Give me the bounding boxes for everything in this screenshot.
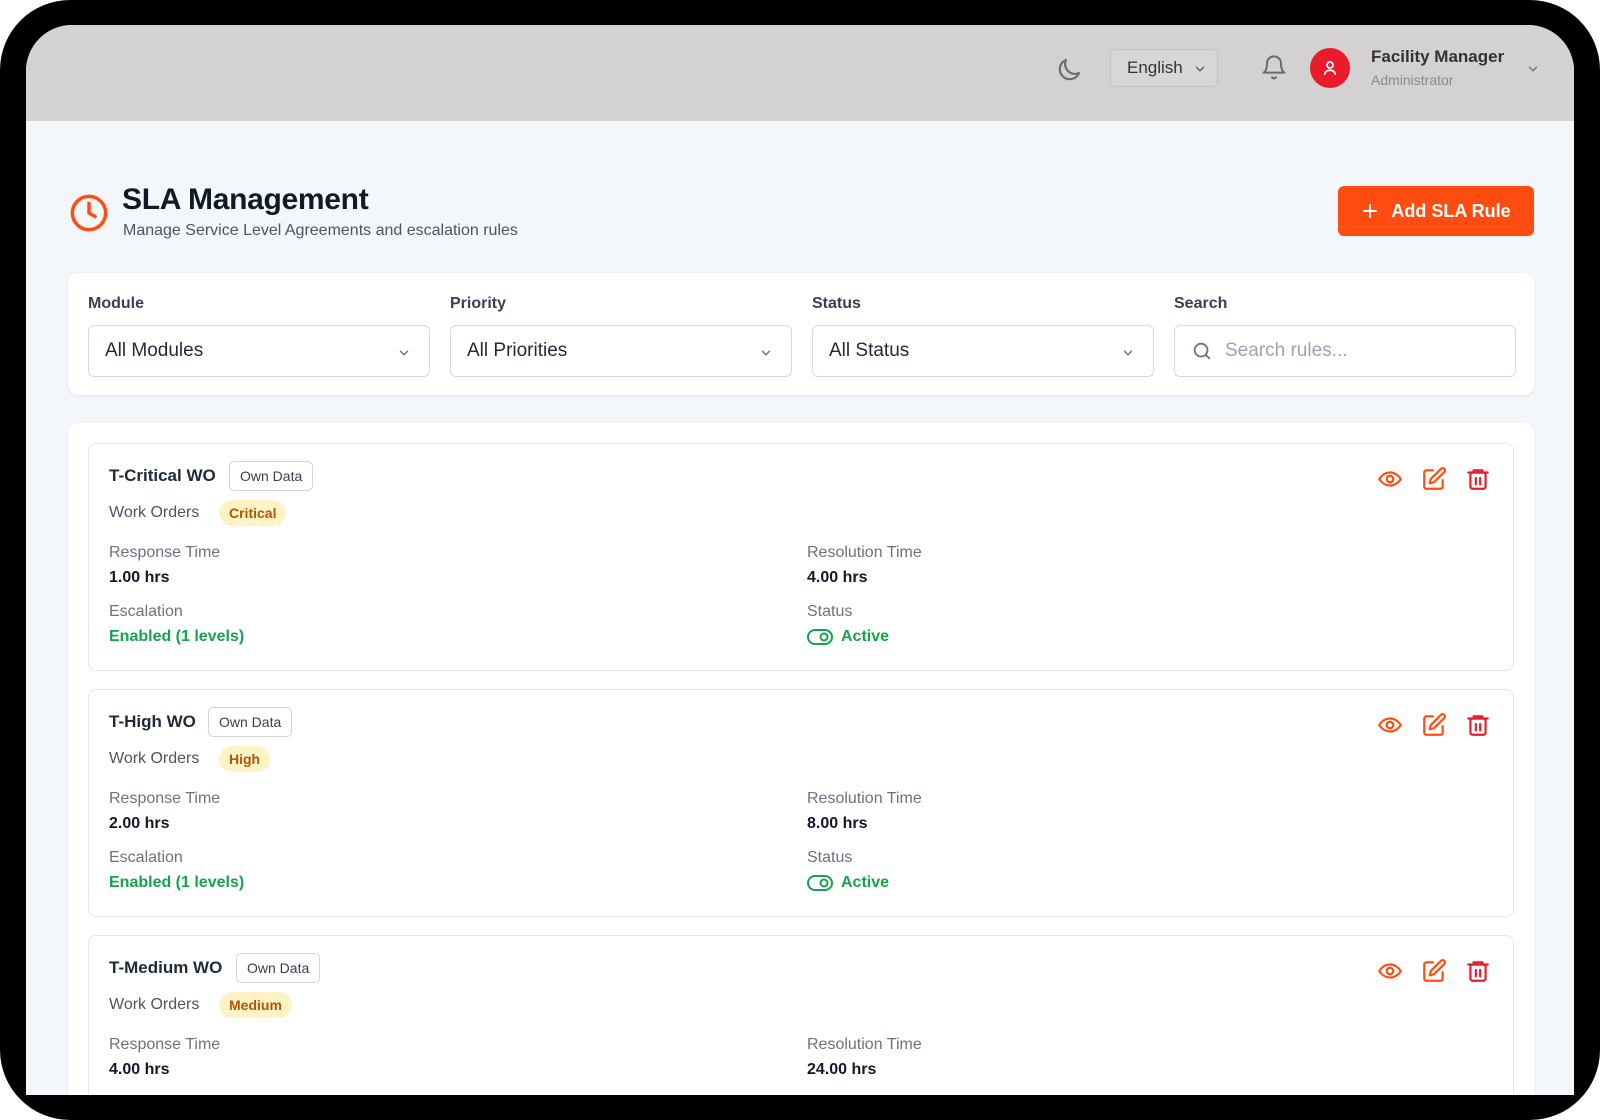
priority-badge: Medium — [219, 992, 292, 1018]
app-screen: English Facility Manager Administrator S… — [26, 25, 1574, 1095]
scope-badge: Own Data — [236, 953, 321, 983]
resolution-time-value: 8.00 hrs — [807, 815, 868, 832]
priority-filter-label: Priority — [450, 295, 507, 312]
page-subtitle: Manage Service Level Agreements and esca… — [123, 222, 518, 239]
module-filter-label: Module — [88, 295, 144, 312]
search-icon — [1193, 342, 1211, 360]
avatar[interactable] — [1310, 48, 1350, 88]
escalation-value: Enabled (1 levels) — [109, 874, 245, 891]
status-filter-label: Status — [812, 295, 861, 312]
scope-badge: Own Data — [229, 461, 314, 491]
resolution-time-value: 4.00 hrs — [807, 569, 868, 586]
sla-rules-list: T-Critical WO Own Data Work Orders Criti… — [68, 423, 1534, 1095]
status-value: Active — [807, 874, 889, 892]
status-label: Status — [807, 603, 853, 620]
chevron-down-icon — [761, 350, 771, 356]
search-placeholder: Search rules... — [1225, 340, 1348, 361]
resolution-time-value: 24.00 hrs — [807, 1061, 877, 1078]
status-text: Active — [841, 628, 890, 645]
rule-name: T-Critical WO — [109, 466, 216, 485]
module-select-value: All Modules — [105, 340, 204, 361]
language-select[interactable]: English — [1110, 49, 1218, 87]
chevron-down-icon — [1195, 66, 1205, 72]
eye-icon[interactable] — [1377, 466, 1403, 492]
rule-module: Work Orders — [109, 996, 200, 1013]
add-sla-rule-label: Add SLA Rule — [1391, 200, 1511, 221]
escalation-label: Escalation — [109, 849, 183, 866]
device-bezel: English Facility Manager Administrator S… — [0, 0, 1600, 1120]
resolution-time-label: Resolution Time — [807, 1036, 922, 1053]
page-title: SLA Management — [122, 183, 369, 216]
escalation-value: Enabled (1 levels) — [109, 628, 245, 645]
module-select[interactable]: All Modules — [88, 325, 430, 377]
scope-badge: Own Data — [208, 707, 293, 737]
status-label: Status — [807, 849, 853, 866]
chevron-down-icon — [399, 350, 409, 356]
chevron-down-icon — [1123, 350, 1133, 356]
response-time-label: Response Time — [109, 790, 221, 807]
rule-module: Work Orders — [109, 750, 200, 767]
edit-icon[interactable] — [1421, 958, 1447, 984]
response-time-value: 1.00 hrs — [109, 569, 170, 586]
add-sla-rule-button[interactable]: Add SLA Rule — [1338, 186, 1534, 236]
priority-badge: Critical — [219, 500, 287, 526]
trash-icon[interactable] — [1465, 466, 1491, 492]
rule-actions — [1377, 466, 1491, 492]
plus-icon — [1363, 204, 1378, 218]
resolution-time-label: Resolution Time — [807, 544, 922, 561]
sla-rule-card: T-High WO Own Data Work Orders High Resp… — [88, 689, 1514, 917]
toggle-on-icon — [807, 629, 833, 645]
rule-module: Work Orders — [109, 504, 200, 521]
user-name[interactable]: Facility Manager — [1371, 47, 1504, 67]
sla-rule-card: T-Medium WO Own Data Work Orders Medium … — [88, 935, 1514, 1095]
priority-select[interactable]: All Priorities — [450, 325, 792, 377]
rule-name: T-Medium WO — [109, 958, 223, 977]
response-time-value: 4.00 hrs — [109, 1061, 170, 1078]
response-time-label: Response Time — [109, 1036, 221, 1053]
priority-badge: High — [219, 746, 271, 772]
edit-icon[interactable] — [1421, 466, 1447, 492]
search-filter-label: Search — [1174, 295, 1228, 312]
trash-icon[interactable] — [1465, 712, 1491, 738]
priority-select-value: All Priorities — [467, 340, 568, 361]
priority-filter: Priority All Priorities — [450, 295, 792, 377]
bell-icon[interactable] — [1260, 53, 1288, 83]
search-input[interactable]: Search rules... — [1174, 325, 1516, 377]
rule-actions — [1377, 712, 1491, 738]
status-select-value: All Status — [829, 340, 910, 361]
escalation-label: Escalation — [109, 603, 183, 620]
status-filter: Status All Status — [812, 295, 1154, 377]
filter-panel: Module All Modules Priority All Prioriti… — [68, 273, 1534, 395]
eye-icon[interactable] — [1377, 958, 1403, 984]
language-label: English — [1127, 58, 1183, 77]
resolution-time-label: Resolution Time — [807, 790, 922, 807]
module-filter: Module All Modules — [88, 295, 430, 377]
search-filter: Search Search rules... — [1174, 295, 1516, 377]
user-role: Administrator — [1371, 72, 1454, 88]
status-value: Active — [807, 628, 889, 646]
moon-icon[interactable] — [1054, 55, 1084, 85]
rule-actions — [1377, 958, 1491, 984]
response-time-label: Response Time — [109, 544, 221, 561]
chevron-down-icon[interactable] — [1526, 62, 1540, 76]
top-bar: English Facility Manager Administrator — [26, 25, 1574, 121]
clock-icon — [68, 192, 110, 234]
user-icon — [1323, 61, 1337, 75]
toggle-on-icon — [807, 875, 833, 891]
sla-rule-card: T-Critical WO Own Data Work Orders Criti… — [88, 443, 1514, 671]
response-time-value: 2.00 hrs — [109, 815, 170, 832]
eye-icon[interactable] — [1377, 712, 1403, 738]
status-text: Active — [841, 874, 890, 891]
rule-name: T-High WO — [109, 712, 196, 731]
trash-icon[interactable] — [1465, 958, 1491, 984]
edit-icon[interactable] — [1421, 712, 1447, 738]
status-select[interactable]: All Status — [812, 325, 1154, 377]
